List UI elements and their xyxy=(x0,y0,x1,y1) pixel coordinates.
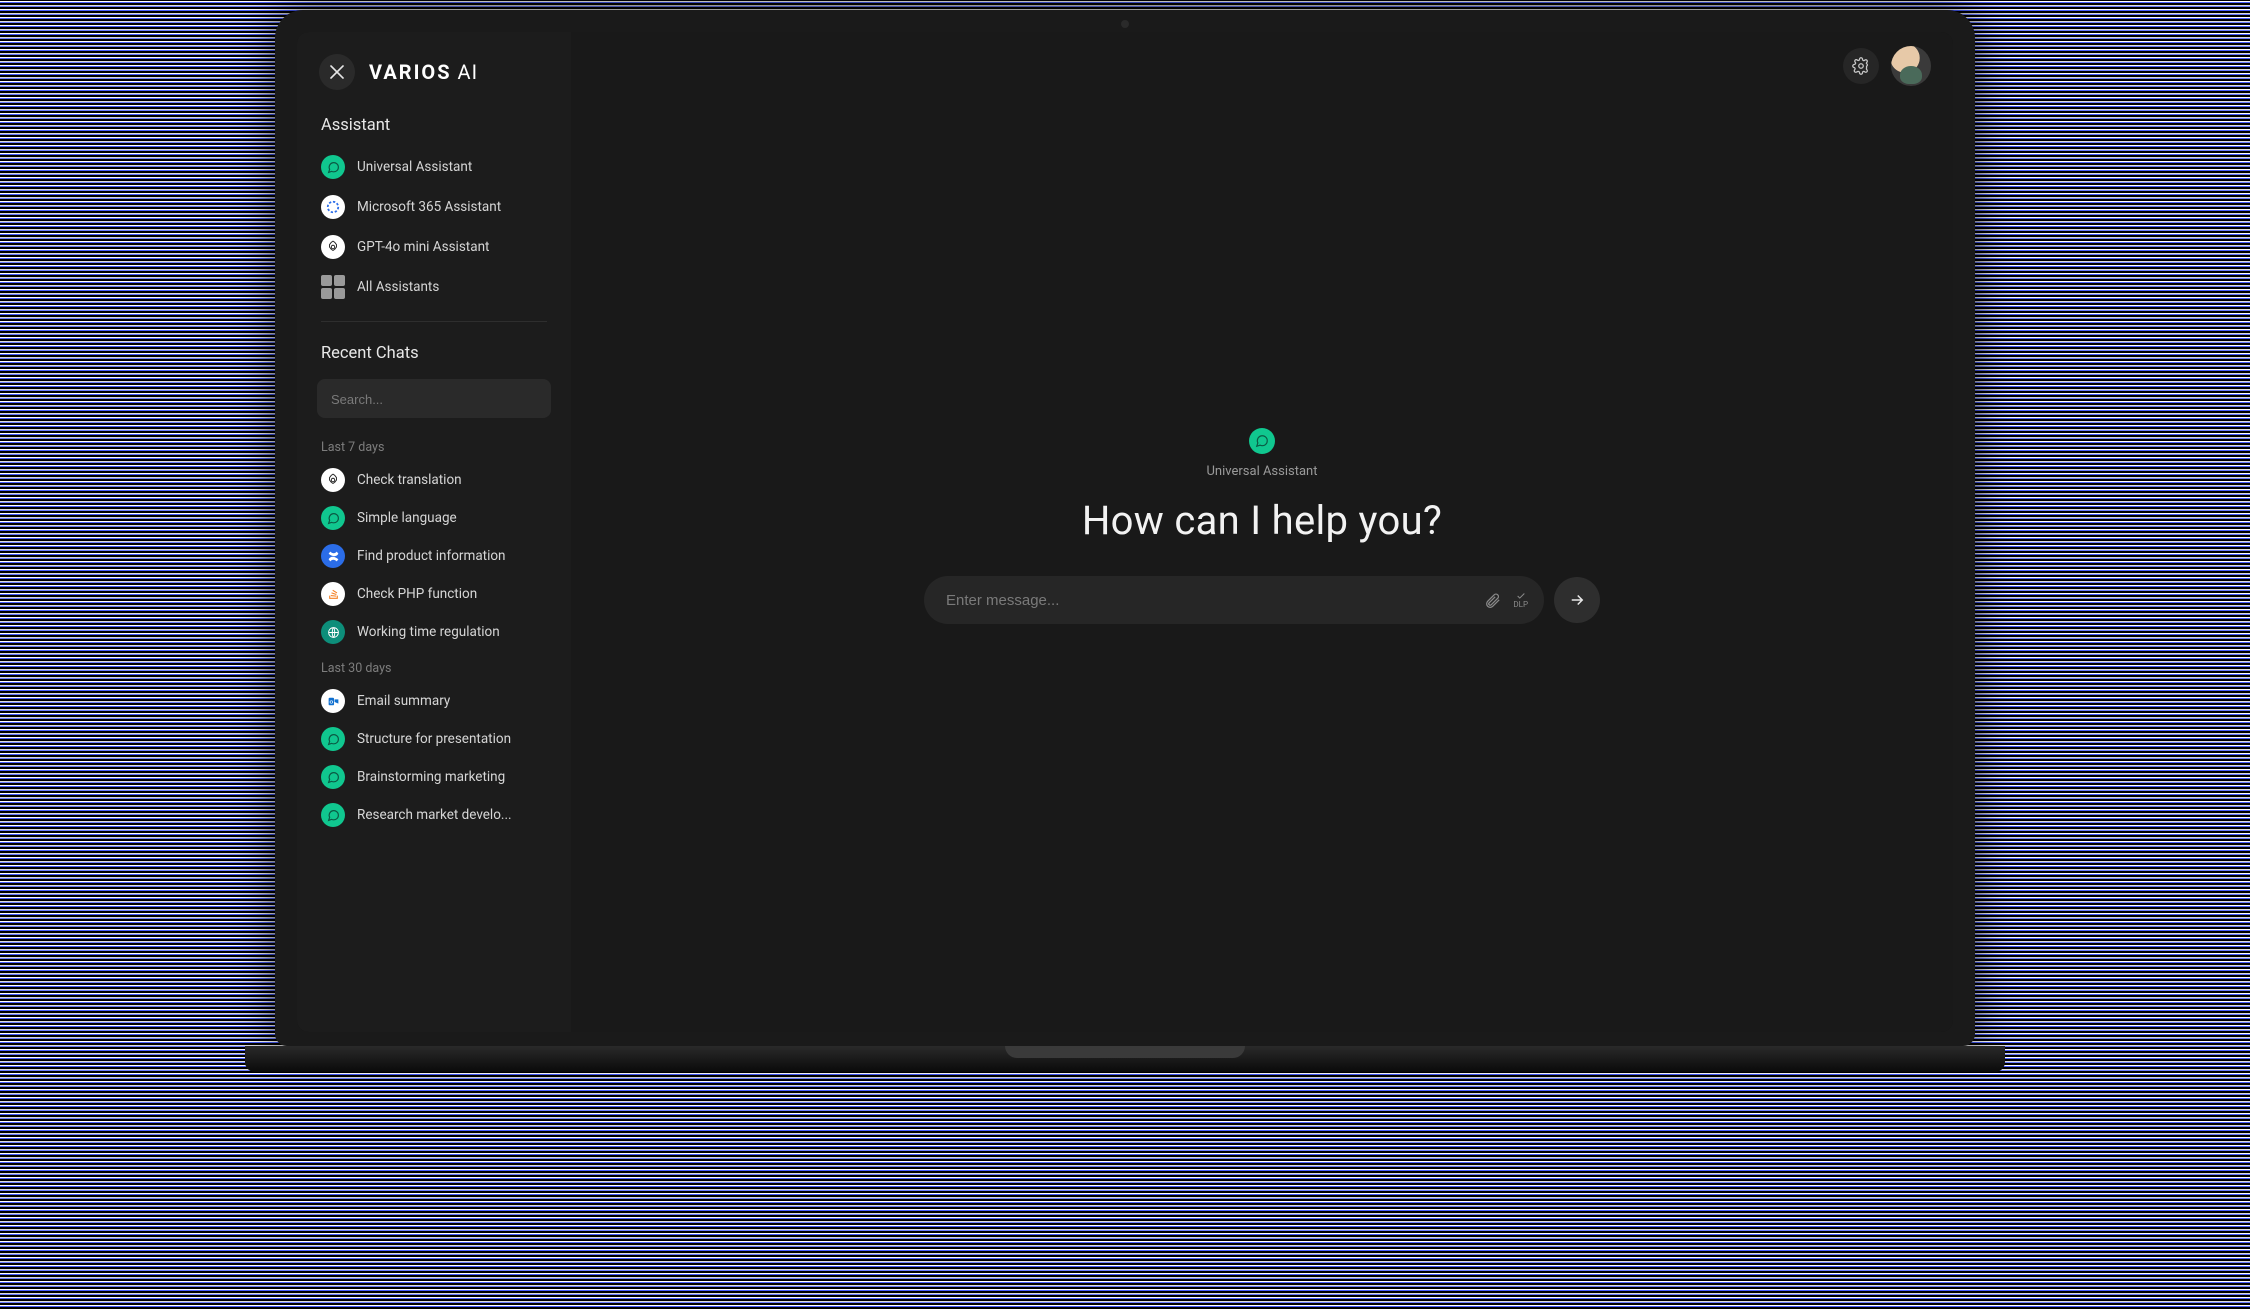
current-assistant-chip: Universal Assistant xyxy=(1207,428,1318,479)
sidebar-item-assistant[interactable]: GPT-4o mini Assistant xyxy=(297,227,571,267)
recent-group-title: Last 30 days xyxy=(297,651,571,682)
recent-chat-label: Email summary xyxy=(357,693,450,709)
recent-group-title: Last 7 days xyxy=(297,430,571,461)
brand-name-bold: VARIOS xyxy=(369,60,452,84)
paperclip-icon xyxy=(1484,592,1501,609)
camera-icon xyxy=(1121,20,1129,28)
recent-chat-item[interactable]: Research market develo... xyxy=(297,796,571,834)
sidebar-item-assistant[interactable]: Microsoft 365 Assistant xyxy=(297,187,571,227)
recent-chat-item[interactable]: Check PHP function xyxy=(297,575,571,613)
send-button[interactable] xyxy=(1554,577,1600,623)
outlook-icon: O xyxy=(321,689,345,713)
recent-chat-label: Simple language xyxy=(357,510,457,526)
assistant-avatar-icon xyxy=(1249,428,1275,454)
recent-chat-item[interactable]: O Email summary xyxy=(297,682,571,720)
hero-title: How can I help you? xyxy=(1082,497,1442,544)
composer: DLP xyxy=(924,576,1600,624)
chat-bubble-icon xyxy=(321,727,345,751)
close-sidebar-button[interactable] xyxy=(319,54,355,90)
recent-chat-label: Research market develo... xyxy=(357,807,512,823)
dlp-label: DLP xyxy=(1513,601,1528,609)
laptop-mockup: VARIOS AI Assistant Universal Assistant M… xyxy=(275,10,1975,1072)
recent-chat-item[interactable]: Check translation xyxy=(297,461,571,499)
message-input-container[interactable]: DLP xyxy=(924,576,1544,624)
openai-icon xyxy=(321,235,345,259)
chat-bubble-icon xyxy=(1255,434,1269,448)
sidebar-item-assistant[interactable]: Universal Assistant xyxy=(297,147,571,187)
recent-chat-label: Brainstorming marketing xyxy=(357,769,505,785)
main-panel: Universal Assistant How can I help you? … xyxy=(571,32,1953,1032)
recent-chat-item[interactable]: Structure for presentation xyxy=(297,720,571,758)
empty-state: Universal Assistant How can I help you? … xyxy=(571,60,1953,992)
recent-chat-label: Check PHP function xyxy=(357,586,477,602)
arrow-right-icon xyxy=(1568,591,1586,609)
sidebar-item-label: All Assistants xyxy=(357,279,439,295)
recent-chat-item[interactable]: Find product information xyxy=(297,537,571,575)
recent-chat-label: Structure for presentation xyxy=(357,731,511,747)
openai-icon xyxy=(321,468,345,492)
sidebar-item-label: Microsoft 365 Assistant xyxy=(357,199,501,215)
recent-chat-item[interactable]: Simple language xyxy=(297,499,571,537)
recent-section-title: Recent Chats xyxy=(297,336,571,375)
chat-bubble-icon xyxy=(321,803,345,827)
current-assistant-label: Universal Assistant xyxy=(1207,464,1318,479)
attach-button[interactable] xyxy=(1484,592,1501,609)
recent-chat-item[interactable]: Working time regulation xyxy=(297,613,571,651)
sidebar-item-label: GPT-4o mini Assistant xyxy=(357,239,489,255)
recent-chat-label: Check translation xyxy=(357,472,462,488)
assistant-section-title: Assistant xyxy=(297,108,571,147)
svg-text:O: O xyxy=(329,699,333,705)
brand-name-light: AI xyxy=(458,60,479,84)
app-screen: VARIOS AI Assistant Universal Assistant M… xyxy=(297,32,1953,1032)
search-input[interactable] xyxy=(331,392,537,407)
brand-logo: VARIOS AI xyxy=(369,60,478,84)
recent-chat-label: Find product information xyxy=(357,548,506,564)
stackoverflow-icon xyxy=(321,582,345,606)
message-input[interactable] xyxy=(946,592,1472,609)
chat-bubble-icon xyxy=(321,155,345,179)
laptop-lid: VARIOS AI Assistant Universal Assistant M… xyxy=(275,10,1975,1046)
close-icon xyxy=(330,65,344,79)
chat-bubble-icon xyxy=(321,506,345,530)
dlp-toggle[interactable]: DLP xyxy=(1513,591,1528,609)
confluence-icon xyxy=(321,544,345,568)
sidebar-item-all-assistants[interactable]: All Assistants xyxy=(297,267,571,307)
chat-bubble-icon xyxy=(321,765,345,789)
recent-chat-item[interactable]: Brainstorming marketing xyxy=(297,758,571,796)
sidebar-header: VARIOS AI xyxy=(297,54,571,108)
globe-icon xyxy=(321,620,345,644)
grid-icon xyxy=(321,275,345,299)
sidebar: VARIOS AI Assistant Universal Assistant M… xyxy=(297,32,571,1032)
sidebar-item-label: Universal Assistant xyxy=(357,159,472,175)
copilot-icon xyxy=(321,195,345,219)
divider xyxy=(321,321,547,322)
recent-chat-label: Working time regulation xyxy=(357,624,500,640)
laptop-base xyxy=(245,1046,2005,1072)
search-box[interactable] xyxy=(317,379,551,418)
